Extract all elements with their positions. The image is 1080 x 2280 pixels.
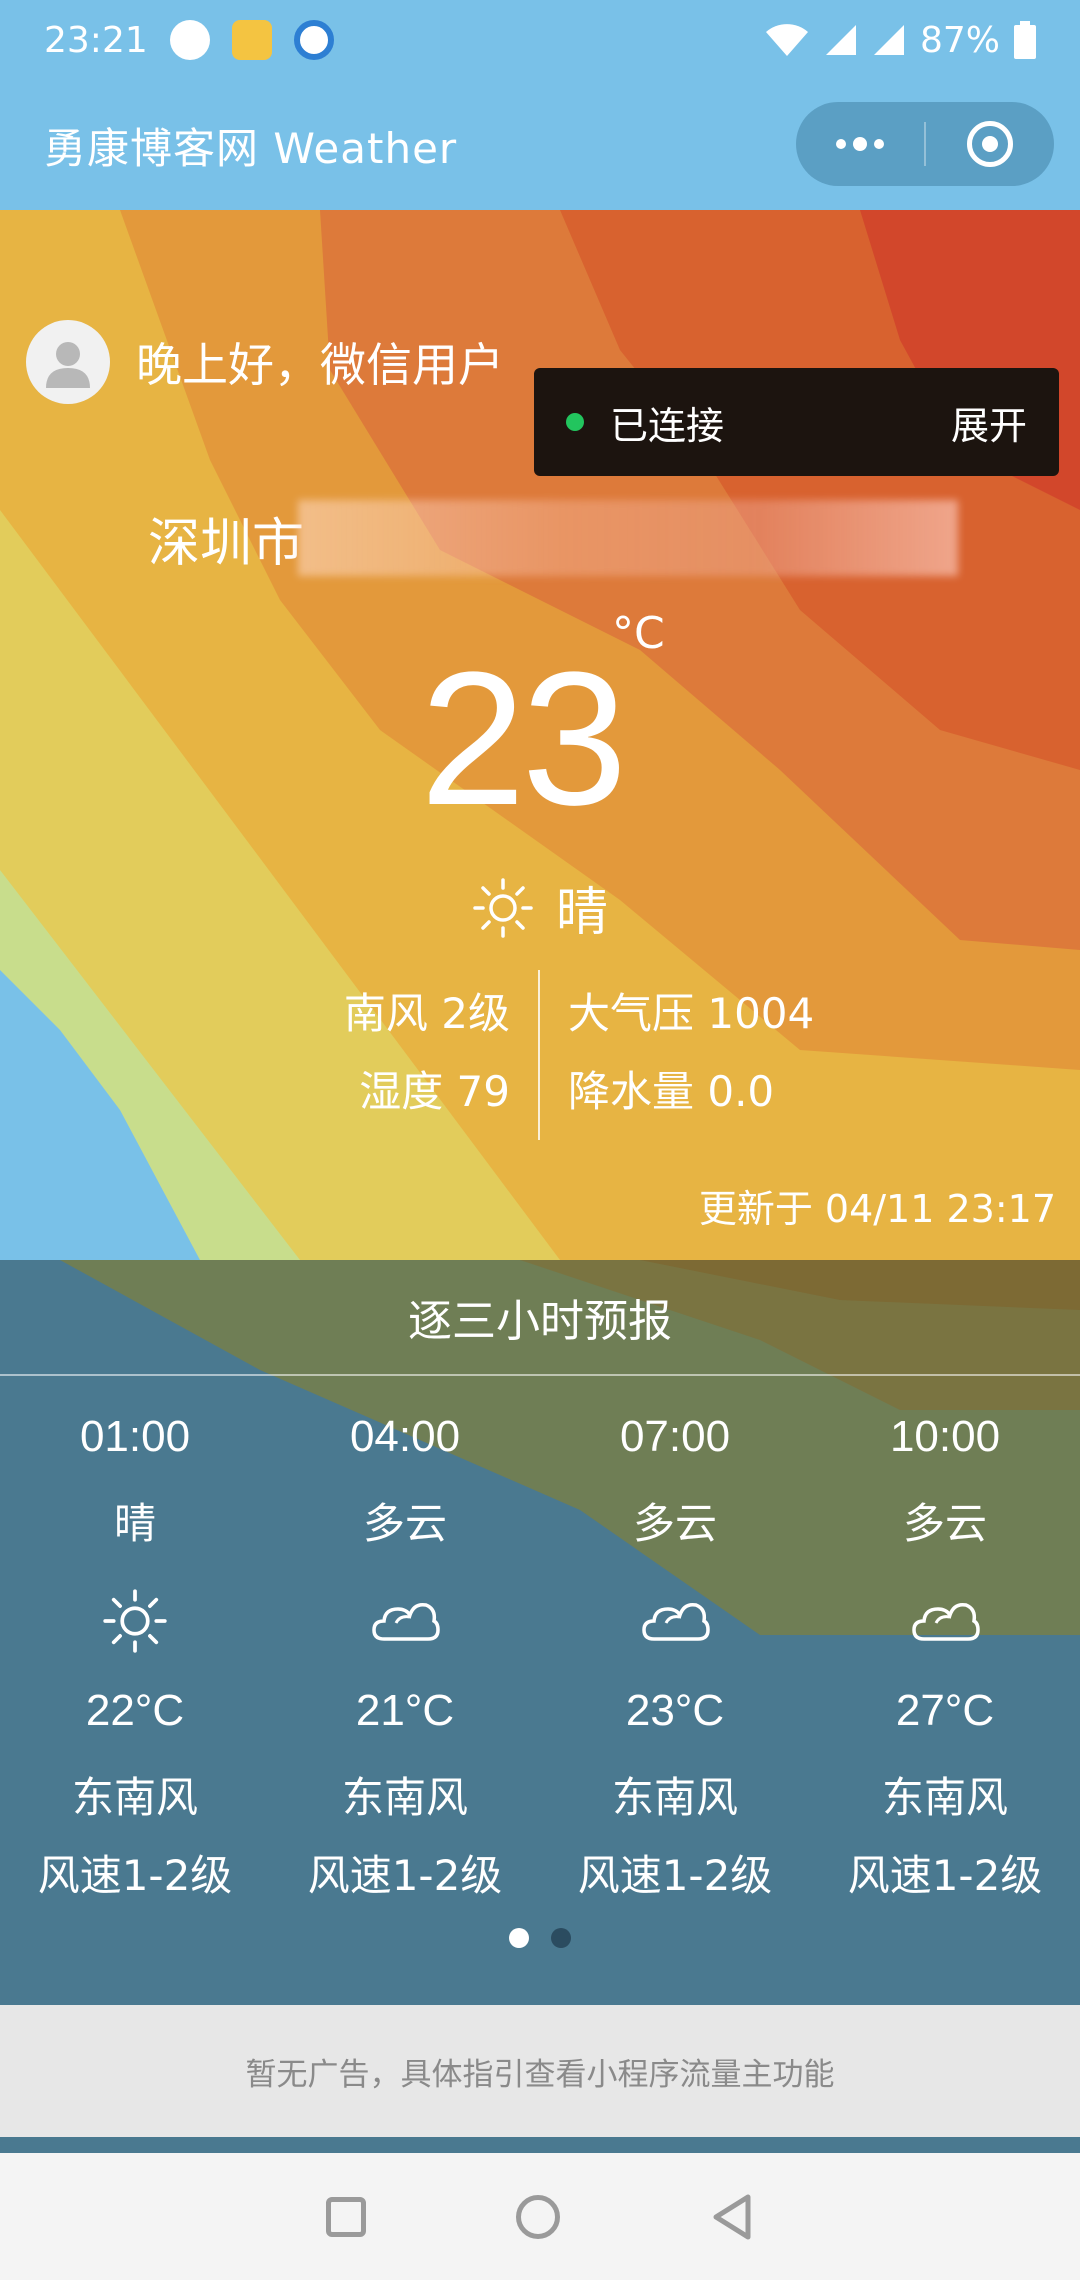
forecast-wind-speed: 风速1-2级	[37, 1851, 233, 1900]
forecast-wind-speed: 风速1-2级	[847, 1851, 1043, 1900]
signal-icon	[825, 25, 856, 55]
weather-details: 南风 2级 大气压 1004 湿度 79 降水量 0.0	[0, 970, 1080, 1150]
status-bar: 23:21 87%	[0, 0, 1080, 80]
forecast-time: 10:00	[889, 1412, 1001, 1461]
cloud-icon	[642, 1602, 710, 1641]
sun-icon	[103, 1589, 167, 1653]
current-temperature: 23	[420, 633, 627, 845]
current-condition: 晴	[472, 870, 608, 945]
forecast-wind: 东南风	[71, 1773, 198, 1822]
connection-toast: 已连接 展开	[534, 368, 1059, 476]
page-title: 勇康博客网 Weather	[44, 123, 458, 173]
forecast-wind-speed: 风速1-2级	[307, 1851, 503, 1900]
system-nav-bar	[0, 2153, 1080, 2280]
cloud-icon	[912, 1602, 980, 1641]
close-mini-program-button[interactable]	[926, 102, 1054, 186]
update-time: 更新于 04/11 23:17	[698, 1187, 1056, 1231]
current-weather-panel: 晚上好，微信用户 已连接 展开 深圳市 23 °C 晴 南风 2级 大气压 10…	[0, 210, 1080, 1260]
pager-dot[interactable]	[551, 1928, 571, 1948]
user-icon	[46, 342, 90, 388]
forecast-condition: 多云	[632, 1499, 717, 1548]
recent-apps-icon[interactable]	[326, 2196, 366, 2237]
signal-icon	[873, 25, 904, 55]
forecast-condition: 晴	[113, 1499, 156, 1548]
forecast-panel: 逐三小时预报 01:00 晴 22°C 东南风 风速1-2级 04:00 多云 …	[0, 1260, 1080, 2005]
message-icon	[169, 20, 210, 60]
forecast-item: 07:00 多云 23°C 东南风 风速1-2级	[540, 1412, 810, 1922]
title-bar: 勇康博客网 Weather	[0, 80, 1080, 210]
connected-dot-icon	[566, 413, 584, 431]
forecast-list[interactable]: 01:00 晴 22°C 东南风 风速1-2级 04:00 多云 21°C 东南…	[0, 1376, 1080, 1922]
forecast-pager	[0, 1928, 1080, 1948]
forecast-temp: 27°C	[895, 1686, 995, 1735]
pressure-info: 大气压 1004	[568, 989, 815, 1038]
blurred-address	[298, 500, 959, 576]
greeting-text: 晚上好，微信用户	[136, 338, 504, 392]
app-icon	[293, 20, 334, 60]
forecast-temp: 21°C	[355, 1686, 455, 1735]
ad-bottom-strip	[0, 2137, 1080, 2153]
temperature-unit: °C	[612, 608, 665, 659]
wifi-icon	[765, 24, 808, 56]
forecast-time: 04:00	[349, 1412, 461, 1461]
cloud-icon	[372, 1602, 440, 1641]
forecast-time: 07:00	[619, 1412, 731, 1461]
forecast-wind: 东南风	[881, 1773, 1008, 1822]
status-time: 23:21	[44, 19, 148, 61]
city-name: 深圳市	[148, 513, 305, 574]
greeting-row: 晚上好，微信用户	[26, 320, 504, 404]
precipitation-info: 降水量 0.0	[568, 1067, 775, 1116]
humidity-info: 湿度 79	[359, 1067, 510, 1116]
forecast-wind: 东南风	[611, 1773, 738, 1822]
ad-banner: 暂无广告，具体指引查看小程序流量主功能	[0, 2005, 1080, 2137]
forecast-title: 逐三小时预报	[0, 1260, 1080, 1376]
battery-percent: 87%	[919, 19, 1000, 61]
pager-dot-active[interactable]	[509, 1928, 529, 1948]
wind-info: 南风 2级	[343, 989, 510, 1038]
mini-program-capsule	[796, 102, 1054, 186]
expand-button[interactable]: 展开	[951, 395, 1027, 450]
battery-icon	[1014, 21, 1036, 59]
back-icon[interactable]	[710, 2193, 754, 2241]
forecast-temp: 22°C	[85, 1686, 185, 1735]
app-icon	[231, 20, 272, 60]
details-divider	[538, 970, 540, 1140]
ad-text: 暂无广告，具体指引查看小程序流量主功能	[245, 2056, 835, 2093]
city-location[interactable]: 深圳市	[148, 500, 959, 576]
forecast-condition: 多云	[362, 1499, 447, 1548]
connection-status: 已连接	[610, 403, 725, 448]
forecast-wind-speed: 风速1-2级	[577, 1851, 773, 1900]
forecast-item: 04:00 多云 21°C 东南风 风速1-2级	[270, 1412, 540, 1922]
forecast-time: 01:00	[79, 1412, 191, 1461]
condition-text: 晴	[556, 883, 609, 943]
forecast-wind: 东南风	[341, 1773, 468, 1822]
forecast-temp: 23°C	[625, 1686, 725, 1735]
more-dots-icon	[836, 137, 884, 151]
home-icon[interactable]	[516, 2194, 560, 2239]
target-icon	[967, 121, 1013, 167]
sun-icon	[473, 877, 533, 938]
more-button[interactable]	[796, 102, 924, 186]
forecast-item: 10:00 多云 27°C 东南风 风速1-2级	[810, 1412, 1080, 1922]
forecast-condition: 多云	[902, 1499, 987, 1548]
forecast-item: 01:00 晴 22°C 东南风 风速1-2级	[0, 1412, 270, 1922]
avatar[interactable]	[26, 320, 110, 404]
